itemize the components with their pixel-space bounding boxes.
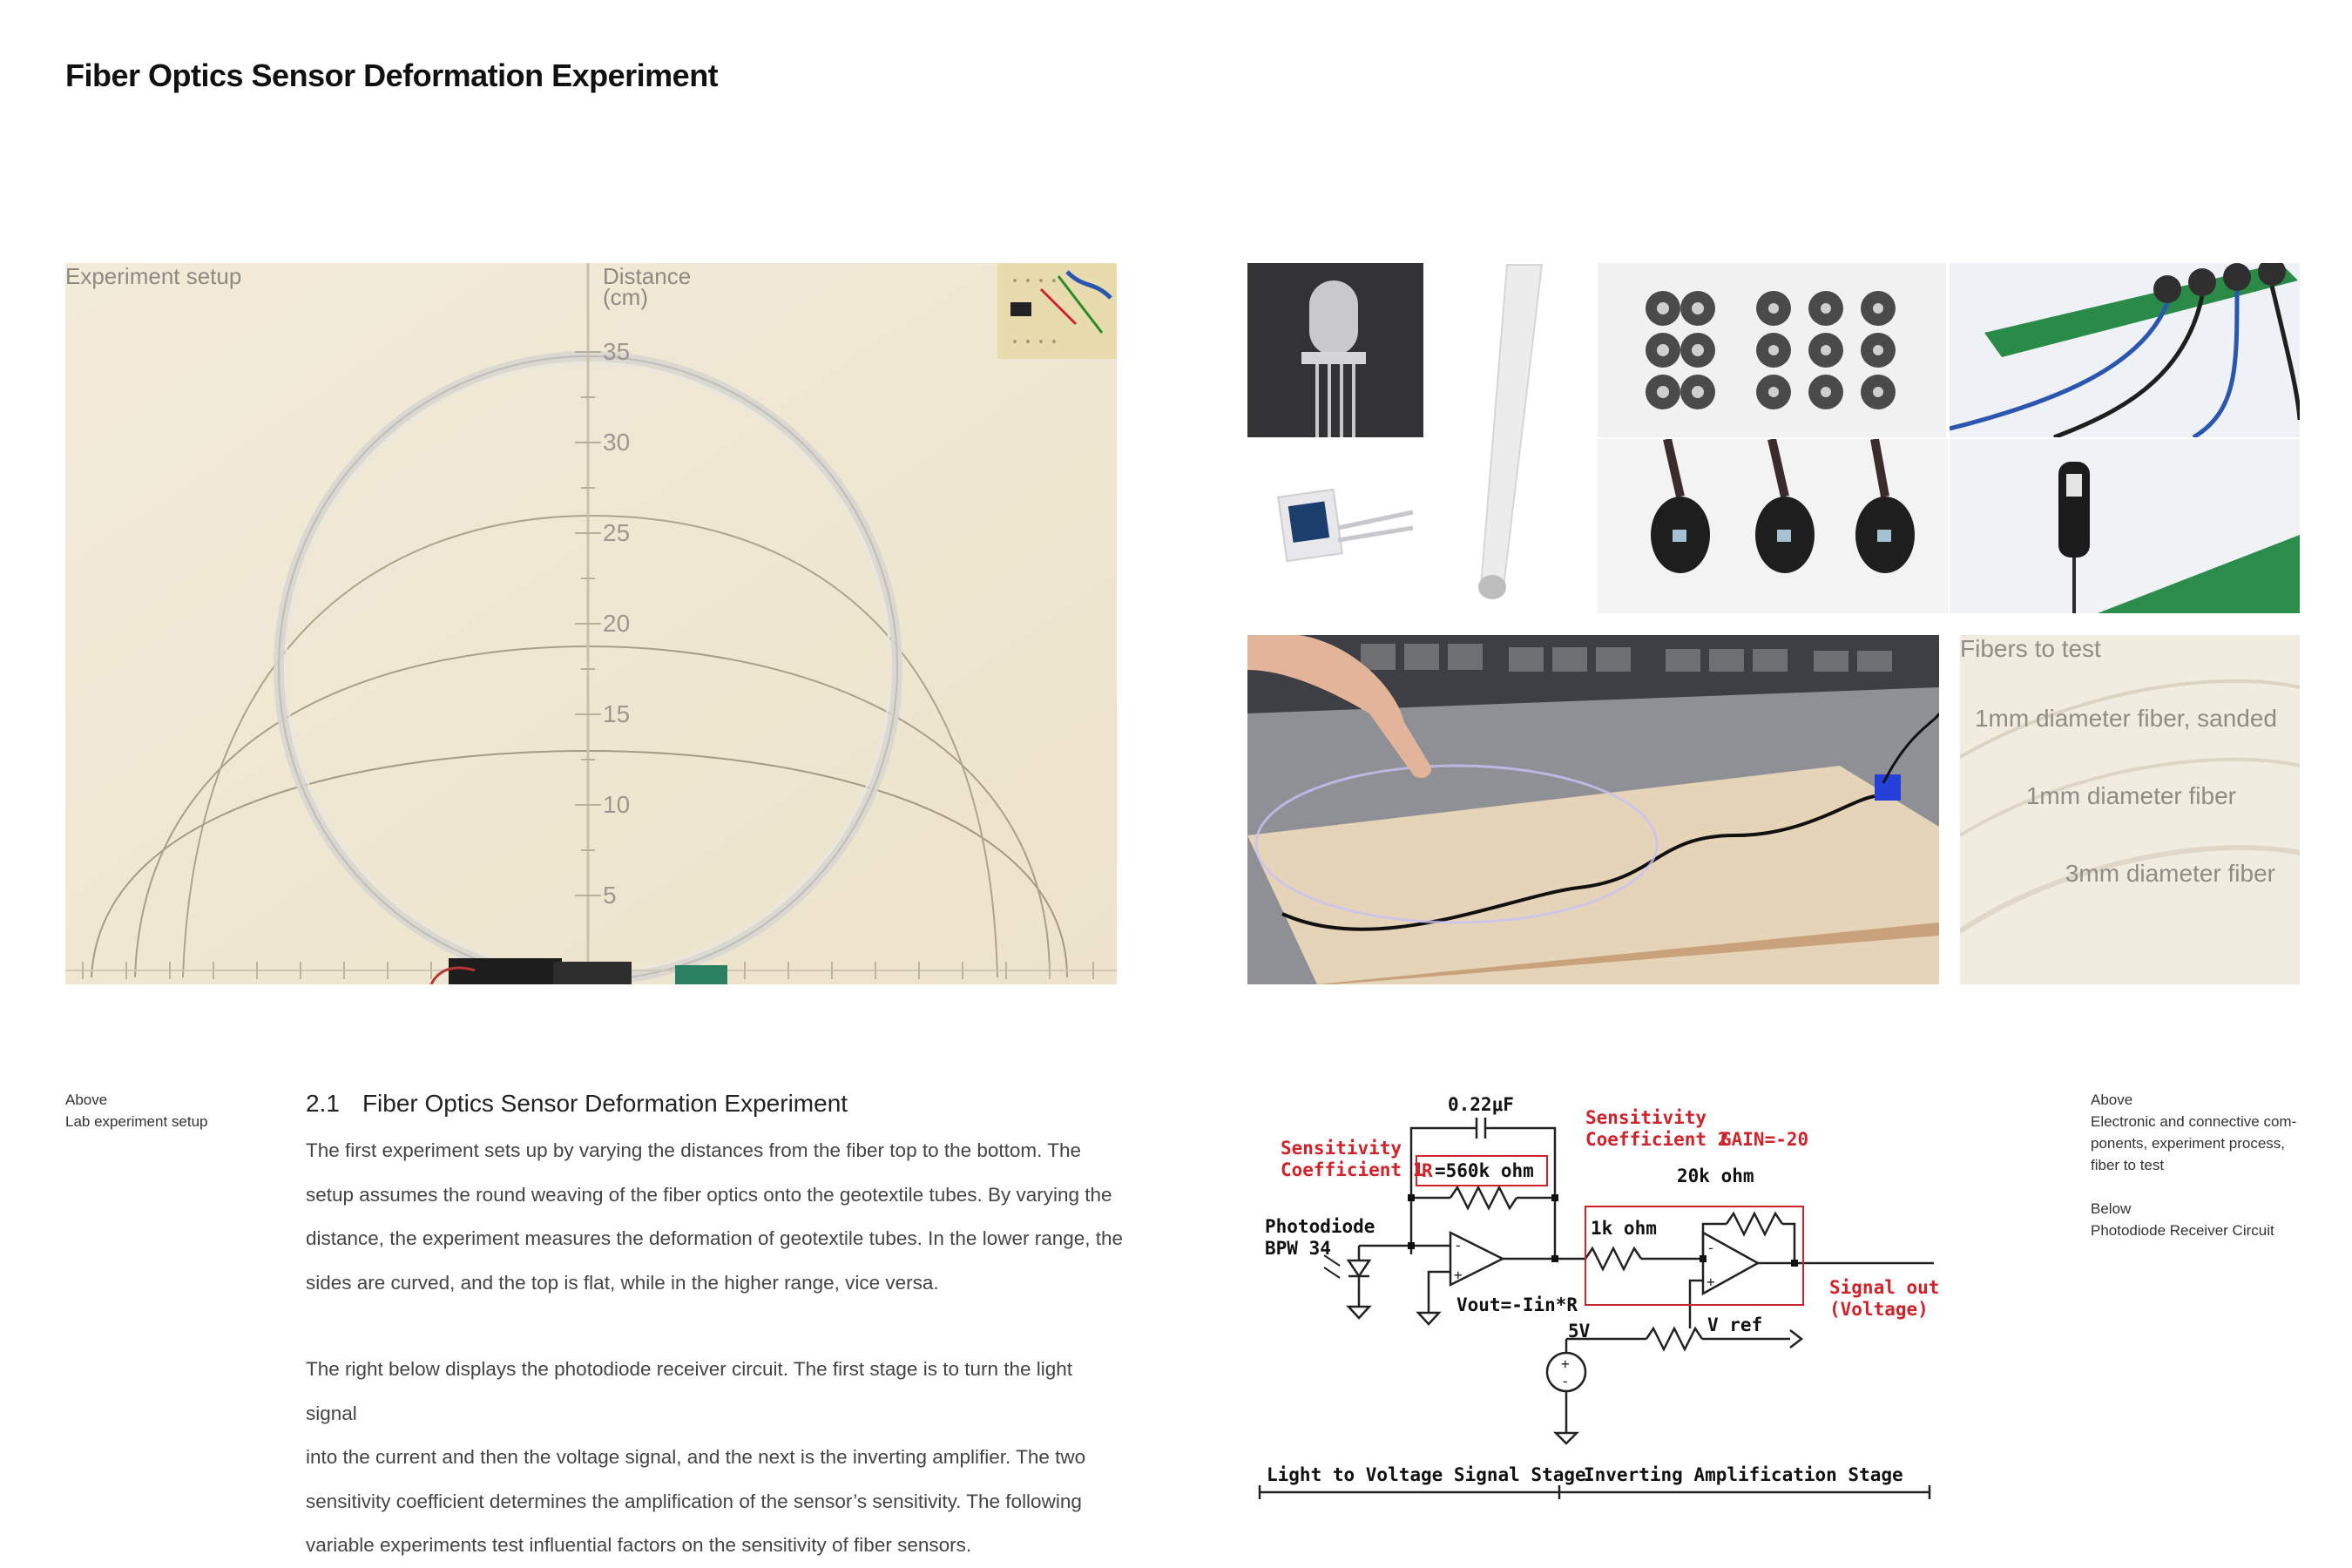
section-number: 2.1: [306, 1090, 340, 1117]
r3-label: 20k ohm: [1677, 1166, 1754, 1186]
section-title: Fiber Optics Sensor Deformation Experime…: [362, 1090, 848, 1117]
signal-out-label: Signal out: [1829, 1277, 1939, 1298]
stage-1-label: Light to Voltage Signal Stage: [1267, 1464, 1586, 1485]
r1-prefix: R: [1422, 1160, 1433, 1181]
section-heading: 2.1 Fiber Optics Sensor Deformation Exper…: [306, 1090, 848, 1118]
right-caption-above: Above: [2091, 1092, 2133, 1108]
photodiode-label: Photodiode: [1265, 1216, 1375, 1237]
paragraph-line: sensitivity coefficient determines the a…: [306, 1490, 1082, 1512]
photodiode-model: BPW 34: [1265, 1238, 1331, 1259]
r1-value: =560k ohm: [1435, 1160, 1534, 1181]
sensitivity-1-label: Coefficient 1: [1281, 1159, 1423, 1180]
right-caption-line: ponents, experiment process,: [2091, 1135, 2286, 1152]
sensor-pcb-photo: [1950, 439, 2300, 613]
paragraph-2: The right below displays the photodiode …: [306, 1348, 1125, 1568]
svg-text:-: -: [1707, 1240, 1715, 1256]
paragraph-line: distance, the experiment measures the de…: [306, 1227, 1124, 1249]
r2-label: 1k ohm: [1591, 1218, 1657, 1239]
svg-text:-: -: [1454, 1237, 1463, 1254]
fiber-label: 1mm diameter fiber: [2025, 782, 2236, 809]
photodiode-receiver-circuit: - + - + + - 0.22μF Sensitivity Coefficient …: [1254, 1085, 1943, 1511]
ruler-mark: 25: [603, 519, 631, 546]
experiment-process-photo: [1247, 635, 1939, 984]
fiber-rod-photo: [1423, 263, 1598, 617]
experiment-setup-photo: Experiment setup Distance (cm) 35 30 25 …: [65, 263, 1117, 984]
svg-text:+: +: [1707, 1274, 1715, 1290]
svg-text:-: -: [1561, 1373, 1570, 1389]
vref-label: V ref: [1707, 1315, 1762, 1335]
connector-closeup-photo: [1598, 439, 1948, 613]
svg-text:+: +: [1454, 1267, 1463, 1283]
sensitivity-2-label: Coefficient 2: [1585, 1129, 1728, 1150]
supply-label: 5V: [1568, 1321, 1591, 1342]
stage-2-label: Inverting Amplification Stage: [1584, 1464, 1903, 1485]
signal-out-unit: (Voltage): [1829, 1299, 1929, 1320]
left-caption-above: Above: [65, 1092, 108, 1108]
capacitor-label: 0.22μF: [1448, 1094, 1514, 1115]
fiber-label: 1mm diameter fiber, sanded: [1974, 705, 2277, 732]
paragraph-line: setup assumes the round weaving of the f…: [306, 1183, 1112, 1206]
paragraph-line: variable experiments test influential fa…: [306, 1534, 972, 1556]
ruler-mark: 15: [603, 700, 631, 727]
right-caption-line: Photodiode Receiver Circuit: [2091, 1222, 2274, 1239]
fibers-to-test-title: Fibers to test: [1960, 635, 2101, 662]
paragraph-line: The right below displays the photodiode …: [306, 1358, 1073, 1424]
connectors-photo: [1598, 263, 1946, 437]
left-caption-text: Lab experiment setup: [65, 1113, 208, 1130]
paragraph-line: into the current and then the voltage si…: [306, 1446, 1086, 1468]
right-caption-below: Below: [2091, 1200, 2132, 1217]
right-caption: Above Electronic and connective com- pon…: [2091, 1089, 2317, 1241]
led-photo: [1247, 263, 1423, 437]
paragraph-line: sides are curved, and the top is flat, w…: [306, 1271, 939, 1294]
fibers-to-test-panel: Fibers to test 1mm diameter fiber, sande…: [1960, 635, 2300, 984]
experiment-setup-label: Experiment setup: [65, 263, 242, 289]
gain-label: GAIN=-20: [1720, 1129, 1808, 1150]
ruler-mark: 5: [603, 882, 617, 909]
page-title: Fiber Optics Sensor Deformation Experime…: [65, 57, 719, 93]
ruler-mark: 10: [603, 791, 631, 818]
sensitivity-2-label: Sensitivity: [1585, 1107, 1707, 1128]
paragraph-1: The first experiment sets up by varying …: [306, 1129, 1125, 1305]
pcb-cables-photo: [1950, 263, 2300, 437]
fiber-label: 3mm diameter fiber: [2065, 860, 2275, 887]
right-caption-line: Electronic and connective com-: [2091, 1113, 2297, 1130]
circuit-diagram: -+ -+ +- 0.22μF Sensitivity Coefficient …: [1258, 1094, 1939, 1499]
distance-unit-label: (cm): [603, 284, 648, 310]
ruler-mark: 35: [603, 338, 631, 365]
experiment-photo-drawing: [65, 263, 1117, 984]
right-caption-line: fiber to test: [2091, 1157, 2165, 1173]
sensitivity-1-label: Sensitivity: [1281, 1138, 1402, 1159]
ruler-mark: 30: [603, 429, 631, 456]
vout-label: Vout=-Iin*R: [1456, 1294, 1578, 1315]
left-caption: Above Lab experiment setup: [65, 1089, 208, 1132]
photodiode-photo: [1247, 451, 1423, 617]
ruler-mark: 20: [603, 610, 631, 637]
paragraph-line: The first experiment sets up by varying …: [306, 1139, 1082, 1161]
svg-text:+: +: [1561, 1355, 1570, 1372]
